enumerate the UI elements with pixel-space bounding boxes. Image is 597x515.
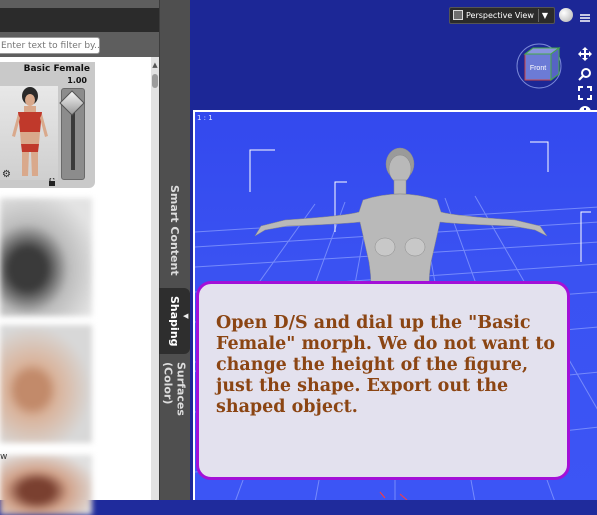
- zoom-icon[interactable]: [578, 66, 592, 81]
- collapse-arrow-icon[interactable]: ◀: [183, 311, 189, 321]
- move-icon[interactable]: [578, 46, 592, 61]
- tab-shaping[interactable]: Shaping: [159, 288, 190, 354]
- gear-icon[interactable]: ⚙: [2, 170, 12, 180]
- frame-icon[interactable]: [578, 85, 592, 100]
- tab-smart-content[interactable]: Smart Content: [159, 182, 190, 278]
- morph-title: Basic Female: [23, 64, 90, 74]
- morph-value[interactable]: 1.00: [55, 76, 87, 85]
- morph-thumbnail: [0, 86, 58, 180]
- dropdown-icon[interactable]: ▼: [538, 9, 551, 22]
- morph-thumbnail-blurred[interactable]: [0, 198, 92, 316]
- filter-input[interactable]: [0, 37, 100, 54]
- tab-surfaces[interactable]: Surfaces (Color): [159, 362, 190, 462]
- viewport-menu-icon[interactable]: [579, 9, 591, 22]
- panel-header: [0, 8, 159, 32]
- partial-label: w: [0, 452, 8, 462]
- morph-thumbnail-blurred[interactable]: [0, 455, 92, 515]
- view-icon: [453, 10, 463, 20]
- scrollbar[interactable]: [151, 57, 159, 500]
- globe-icon[interactable]: [559, 8, 573, 22]
- morph-thumbnail-blurred[interactable]: [0, 325, 92, 443]
- lock-icon[interactable]: [48, 171, 56, 186]
- view-label[interactable]: Perspective View: [466, 10, 534, 21]
- scrollbar-thumb[interactable]: [152, 74, 158, 88]
- scroll-up-icon[interactable]: ▲: [151, 60, 159, 70]
- instruction-text: Open D/S and dial up the "Basic Female" …: [216, 313, 556, 417]
- slider-rail: [71, 112, 75, 170]
- camera-label: 1 : 1: [197, 114, 213, 122]
- cube-face-label: Front: [530, 65, 546, 72]
- orientation-cube[interactable]: Front: [515, 42, 563, 90]
